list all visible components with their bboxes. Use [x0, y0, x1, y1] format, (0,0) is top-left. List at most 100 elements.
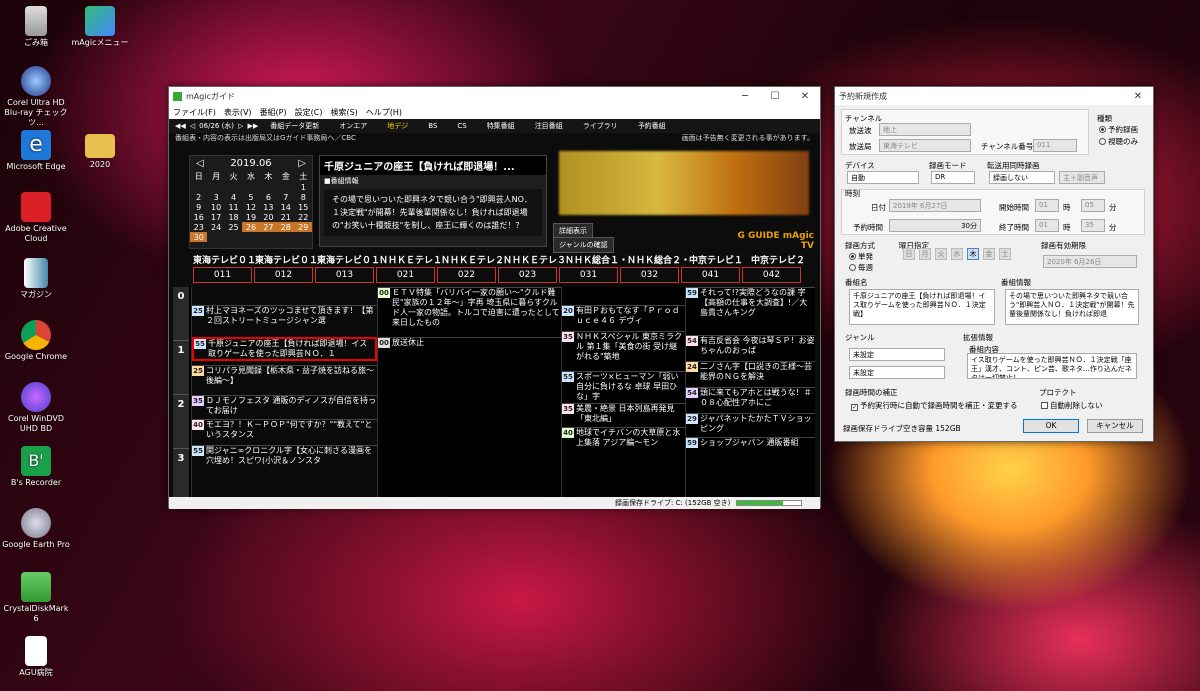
program-cell[interactable]: 35 美農・絶景 日本列島再発見「東北編」: [562, 403, 685, 425]
menu-settings[interactable]: 設定(C): [295, 107, 323, 118]
day-fri[interactable]: 金: [983, 248, 995, 260]
cancel-button[interactable]: キャンセル: [1087, 419, 1143, 433]
program-cell[interactable]: 20 有田Ｐおもてなす「Ｐｒｏｄｕｃｅ４６ デヴィ: [562, 305, 685, 329]
next-day-icon[interactable]: ▷: [238, 122, 243, 130]
start-minute[interactable]: 05: [1081, 199, 1105, 212]
minimize-button[interactable]: ─: [730, 91, 760, 102]
cal-prev-icon[interactable]: ◁: [196, 158, 204, 169]
dialog-close-button[interactable]: ✕: [1123, 91, 1153, 102]
desktop-icon-magazine[interactable]: マガジン: [0, 258, 72, 300]
tab-reserved[interactable]: 予約番組: [630, 120, 674, 132]
program-cell[interactable]: 25 村上マヨネーズのツッコませて頂きます！【第２回ストリートミュージシャン選: [192, 305, 377, 331]
auto-fix-checkbox[interactable]: ✓ 予約実行時に自動で録画時間を補正・変更する: [851, 400, 1018, 411]
desktop-icon-google-earth[interactable]: Google Earth Pro: [0, 508, 72, 550]
genre-select-2[interactable]: 未設定: [849, 366, 945, 379]
day-sun[interactable]: 日: [903, 248, 915, 260]
mode-select[interactable]: DR: [931, 171, 975, 184]
program-cell-selected[interactable]: 55 千原ジュニアの座王【負ければ即退場！イス取りゲームを使った即興芸ＮＯ．１: [192, 337, 377, 361]
ok-button[interactable]: OK: [1023, 419, 1079, 433]
title-bar[interactable]: mAgicガイド ─ ☐ ✕: [169, 87, 820, 105]
menu-file[interactable]: ファイル(F): [173, 107, 216, 118]
cal-next-icon[interactable]: ▷: [298, 158, 306, 169]
genre-button[interactable]: ジャンルの確認: [553, 237, 614, 253]
expire-picker[interactable]: 2020年 6月26日: [1043, 255, 1137, 268]
genre-select-1[interactable]: 未設定: [849, 348, 945, 361]
close-button[interactable]: ✕: [790, 91, 820, 102]
day-wed[interactable]: 水: [951, 248, 963, 260]
program-cell[interactable]: 00 放送休止: [378, 337, 561, 503]
channel-number[interactable]: 012: [254, 267, 313, 283]
desktop-icon-crystaldiskmark[interactable]: CrystalDiskMark 6: [0, 572, 72, 624]
day-mon[interactable]: 月: [919, 248, 931, 260]
desktop-icon-agu[interactable]: AGU病院: [0, 636, 72, 678]
program-cell[interactable]: 25 コリパラ見聞録【栃木県・益子焼を訪ねる旅〜後編〜】: [192, 365, 377, 391]
first-icon[interactable]: ◀◀: [175, 122, 186, 130]
day-thu[interactable]: 木: [967, 248, 979, 260]
transfer-select[interactable]: 録画しない: [989, 171, 1055, 184]
device-select[interactable]: 自動: [847, 171, 919, 184]
channel-number-select[interactable]: 011: [1033, 139, 1077, 152]
channel-number[interactable]: 031: [559, 267, 618, 283]
last-icon[interactable]: ▶▶: [247, 122, 258, 130]
method-once-radio[interactable]: 単発: [849, 251, 873, 262]
end-minute[interactable]: 35: [1081, 219, 1105, 232]
desktop-icon-magic-menu[interactable]: mAgicメニュー: [64, 6, 136, 48]
duration-field[interactable]: 30分: [889, 219, 981, 232]
program-cell[interactable]: 55 関ジャニ∞クロニクル字【女心に刺さる漫画を穴埋め！スピワ(小沢＆ノンスタ: [192, 445, 377, 471]
tab-featured[interactable]: 注目番組: [527, 120, 571, 132]
tab-cs[interactable]: CS: [449, 121, 474, 131]
type-watch-radio[interactable]: 視聴のみ: [1099, 136, 1138, 147]
no-auto-delete-checkbox[interactable]: 自動削除しない: [1041, 400, 1103, 411]
program-cell[interactable]: 59 それって!?実際どうなの課 字 【高額の仕事を大調査】!／大島貴さんキング: [686, 287, 815, 325]
program-info-field[interactable]: その場で思いついた即興ネタで競い合う"即興芸人ＮＯ．１決定戦"が開幕！先輩後輩関…: [1005, 289, 1139, 325]
desktop-icon-chrome[interactable]: Google Chrome: [0, 320, 72, 362]
channel-number[interactable]: 041: [681, 267, 740, 283]
start-hour[interactable]: 01: [1035, 199, 1059, 212]
tab-onair[interactable]: オンエア: [331, 120, 375, 132]
desktop-icon-adobe-cc[interactable]: Adobe Creative Cloud: [0, 192, 72, 244]
ext-content-field[interactable]: イス取りゲームを使った即興芸ＮＯ．１決定戦「座王」漢才、コント、ピン芸、歌ネタ……: [967, 353, 1137, 379]
channel-number[interactable]: 022: [437, 267, 496, 283]
program-cell[interactable]: 35 ＤＪモノフェスタ 通販のディノスが自信を持ってお届け: [192, 395, 377, 417]
program-name-field[interactable]: 千原ジュニアの座王【負ければ即退場！イス取りゲームを使った即興芸ＮＯ．１決定戦】: [849, 289, 995, 325]
channel-number[interactable]: 011: [193, 267, 252, 283]
program-cell[interactable]: 54 頭に来てもアホとは戦うな！＃０８心配性アホにご: [686, 387, 815, 411]
program-cell[interactable]: 40 モエヨ？！Ｋ－ＰＯＰ"何ですか？""教えて"というスタンス: [192, 419, 377, 443]
menu-help[interactable]: ヘルプ(H): [366, 107, 402, 118]
program-cell[interactable]: 00 ＥＴＶ特集「バリバイ一家の願い〜"クルド難民"家族の１２年〜」字再 埼玉県に…: [378, 287, 561, 337]
tab-terrestrial[interactable]: 地デジ: [379, 120, 416, 132]
desktop-icon-edge[interactable]: e Microsoft Edge: [0, 130, 72, 172]
station-select[interactable]: 東海テレビ: [879, 139, 971, 152]
desktop-icon-recycle-bin[interactable]: ごみ箱: [0, 6, 72, 48]
method-weekly-radio[interactable]: 毎週: [849, 262, 873, 273]
desktop-icon-windvd[interactable]: Corel WinDVD UHD BD: [0, 382, 72, 434]
menu-search[interactable]: 検索(S): [330, 107, 357, 118]
channel-number[interactable]: 032: [620, 267, 679, 283]
channel-number[interactable]: 042: [742, 267, 801, 283]
maximize-button[interactable]: ☐: [760, 91, 790, 102]
program-cell[interactable]: 24 二ノさん字【口説きの王様〜芸能界のＮＧを解決: [686, 361, 815, 385]
program-cell[interactable]: 55 スポーツ×ヒューマン「弱い自分に負けるな 卓球 早田ひな」字: [562, 371, 685, 401]
dialog-title-bar[interactable]: 予約新規作成 ✕: [835, 87, 1153, 105]
tab-special[interactable]: 特集番組: [479, 120, 523, 132]
program-cell[interactable]: 40 地球でイチバンの大草原と水上集落 アジア編〜モン: [562, 427, 685, 455]
program-cell[interactable]: 35 ＮＨＫスペシャル 東京ミラクル 第１集「美食の街 受け継がれる"築地: [562, 331, 685, 367]
menu-program[interactable]: 番組(P): [260, 107, 287, 118]
broadcast-select[interactable]: 地上: [879, 123, 971, 136]
desktop-icon-bs-recorder[interactable]: B' B's Recorder: [0, 446, 72, 488]
desktop-icon-corel-bd[interactable]: Corel Ultra HD Blu-ray チェックツ...: [0, 66, 72, 128]
day-sat[interactable]: 土: [999, 248, 1011, 260]
desktop-icon-folder-2020[interactable]: 2020: [64, 130, 136, 170]
tab-update[interactable]: 番組データ更新: [262, 120, 327, 132]
date-picker[interactable]: 2019年 6月27日: [889, 199, 981, 212]
program-cell[interactable]: 29 ジャパネットたかたＴＶショッピング: [686, 413, 815, 435]
end-hour[interactable]: 01: [1035, 219, 1059, 232]
program-cell[interactable]: 54 有吉反省会 今夜は琴ＳＰ！お姿ちゃんのおっぱ: [686, 335, 815, 359]
channel-number[interactable]: 023: [498, 267, 557, 283]
prev-day-icon[interactable]: ◁: [190, 122, 195, 130]
program-cell[interactable]: 59 ショップジャパン 通販番組: [686, 437, 815, 459]
menu-view[interactable]: 表示(V): [224, 107, 252, 118]
audio-select[interactable]: 主＋副音声: [1059, 171, 1105, 184]
tab-library[interactable]: ライブラリ: [575, 120, 626, 132]
tab-bs[interactable]: BS: [420, 121, 445, 131]
